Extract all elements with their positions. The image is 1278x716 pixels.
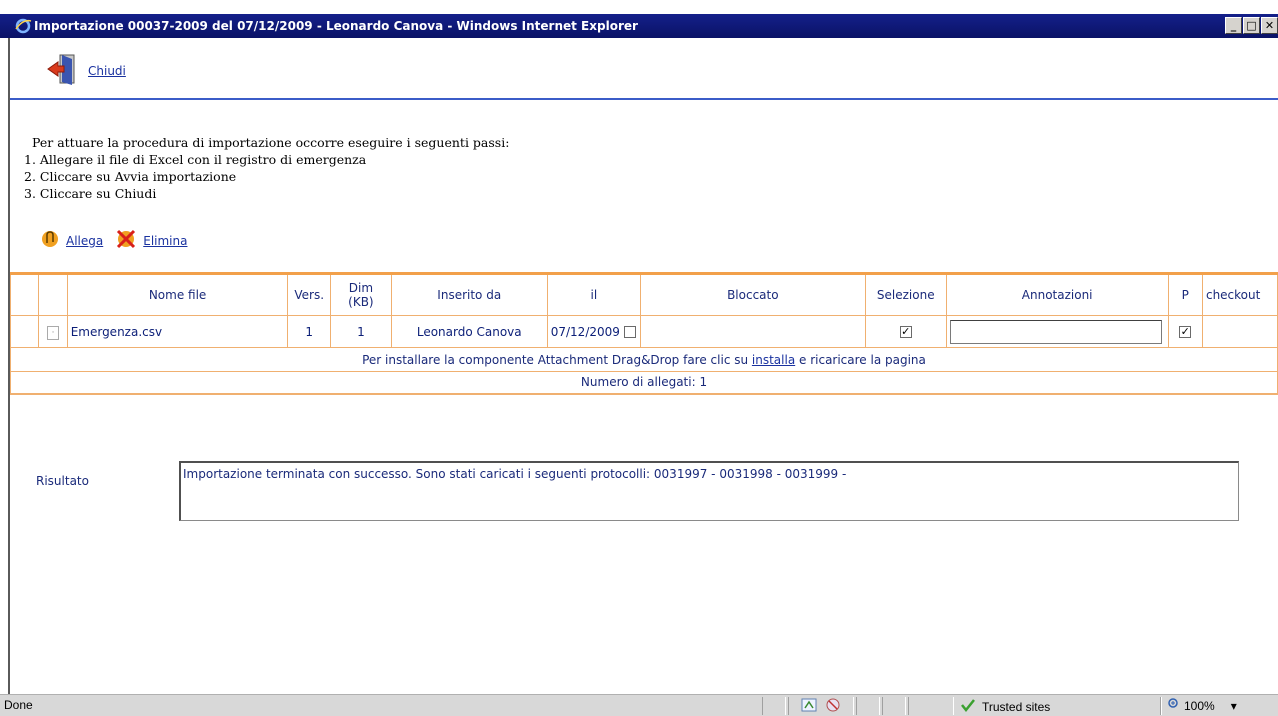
header-size-line2: (KB)	[348, 295, 374, 309]
attachments-table: Nome file Vers. Dim (KB) Inserito da il …	[9, 272, 1278, 395]
window-title-bar[interactable]: Importazione 00037-2009 del 07/12/2009 -…	[0, 14, 1278, 38]
page-toolbar: Chiudi	[10, 38, 1278, 100]
header-version[interactable]: Vers.	[287, 272, 331, 316]
checkmark-icon	[960, 698, 976, 715]
header-selection[interactable]: Selezione	[864, 272, 947, 316]
status-divider	[1160, 697, 1162, 715]
locked-checkbox[interactable]	[623, 326, 636, 338]
status-icons-panel	[788, 697, 854, 715]
header-checkout[interactable]: checkout	[1201, 272, 1278, 316]
status-panel	[856, 697, 880, 715]
instructions: Per attuare la procedura di importazione…	[24, 134, 509, 202]
notes-cell	[945, 315, 1169, 348]
p-checkbox[interactable]: ✓	[1179, 326, 1192, 338]
install-info-cell: Per installare la componente Attachment …	[10, 347, 1278, 372]
status-panel	[882, 697, 906, 715]
instruction-step: 2. Cliccare su Avvia importazione	[24, 169, 237, 184]
exit-door-icon	[46, 52, 78, 89]
size-cell: 1	[330, 315, 392, 348]
attach-link[interactable]: Allega	[66, 234, 103, 248]
minimize-button[interactable]: _	[1225, 17, 1242, 34]
window-title: Importazione 00037-2009 del 07/12/2009 -…	[34, 19, 638, 33]
header-locked[interactable]: Bloccato	[639, 272, 866, 316]
header-p[interactable]: P	[1167, 272, 1203, 316]
notes-input[interactable]	[949, 319, 1162, 344]
selection-checkbox[interactable]: ✓	[899, 326, 912, 338]
delete-button[interactable]: Elimina	[115, 228, 187, 253]
result-textarea[interactable]: Importazione terminata con successo. Son…	[179, 461, 1239, 521]
header-date[interactable]: il	[546, 272, 641, 316]
header-notes[interactable]: Annotazioni	[945, 272, 1169, 316]
status-panel	[762, 697, 786, 715]
header-filename[interactable]: Nome file	[66, 272, 289, 316]
row-expand-icon[interactable]: ·	[47, 325, 60, 340]
chevron-down-icon[interactable]: ▾	[1231, 699, 1237, 713]
attachment-actions: Allega Elimina	[40, 228, 187, 253]
paperclip-icon	[40, 229, 60, 252]
attachments-count: Numero di allegati: 1	[10, 371, 1278, 395]
instruction-step: 3. Cliccare su Chiudi	[24, 186, 157, 201]
header-inserted-by[interactable]: Inserito da	[390, 272, 548, 316]
status-text: Done	[4, 698, 33, 712]
version-cell: 1	[287, 315, 331, 348]
zoom-icon	[1168, 698, 1180, 713]
instructions-intro: Per attuare la procedura di importazione…	[32, 135, 510, 150]
date-lock-cell: 07/12/2009	[546, 315, 641, 348]
header-size-line1: Dim	[348, 281, 374, 295]
header-row-icon	[38, 272, 68, 316]
checkout-cell	[1201, 315, 1278, 348]
filename-cell[interactable]: Emergenza.csv	[66, 315, 289, 348]
security-zone-label: Trusted sites	[982, 699, 1051, 714]
status-bar: Done Trusted sites 100% ▾	[0, 694, 1278, 716]
instruction-step: 1. Allegare il file di Excel con il regi…	[24, 152, 367, 167]
security-zone[interactable]: Trusted sites	[960, 698, 1050, 715]
page-icon[interactable]	[801, 698, 817, 715]
attach-button[interactable]: Allega	[40, 229, 103, 252]
window-controls: _ □ ✕	[1225, 17, 1278, 34]
inserted-by-cell: Leonardo Canova	[390, 315, 548, 348]
close-link[interactable]: Chiudi	[88, 64, 126, 78]
ie-logo-icon	[14, 17, 32, 35]
close-window-button[interactable]: ✕	[1261, 17, 1278, 34]
toolbar-separator	[10, 98, 1278, 100]
result-label: Risultato	[36, 474, 89, 488]
delete-paperclip-icon	[115, 228, 137, 253]
row-handle-cell	[9, 315, 40, 348]
install-info-row: Per installare la componente Attachment …	[10, 347, 1278, 372]
install-text-after: e ricaricare la pagina	[795, 352, 926, 367]
install-text-before: Per installare la componente Attachment …	[362, 352, 752, 367]
zoom-level: 100%	[1184, 698, 1215, 713]
status-panel	[908, 697, 954, 715]
maximize-button[interactable]: □	[1243, 17, 1260, 34]
date-value: 07/12/2009	[550, 324, 620, 339]
selection-cell: ✓	[864, 315, 947, 348]
popup-blocker-icon[interactable]	[825, 698, 841, 715]
attachments-count-row: Numero di allegati: 1	[10, 371, 1278, 395]
table-row[interactable]: · Emergenza.csv 1 1 Leonardo Canova 07/1…	[9, 315, 1278, 348]
close-page-button[interactable]: Chiudi	[46, 52, 126, 89]
zoom-control[interactable]: 100% ▾	[1168, 698, 1237, 713]
header-size[interactable]: Dim (KB)	[330, 272, 392, 316]
header-handle	[9, 272, 40, 316]
locked-spacer-cell	[639, 315, 866, 348]
row-expand-cell[interactable]: ·	[38, 315, 68, 348]
install-link[interactable]: installa	[752, 353, 795, 367]
table-header-row: Nome file Vers. Dim (KB) Inserito da il …	[9, 272, 1278, 316]
delete-link[interactable]: Elimina	[143, 234, 187, 248]
p-cell: ✓	[1167, 315, 1203, 348]
